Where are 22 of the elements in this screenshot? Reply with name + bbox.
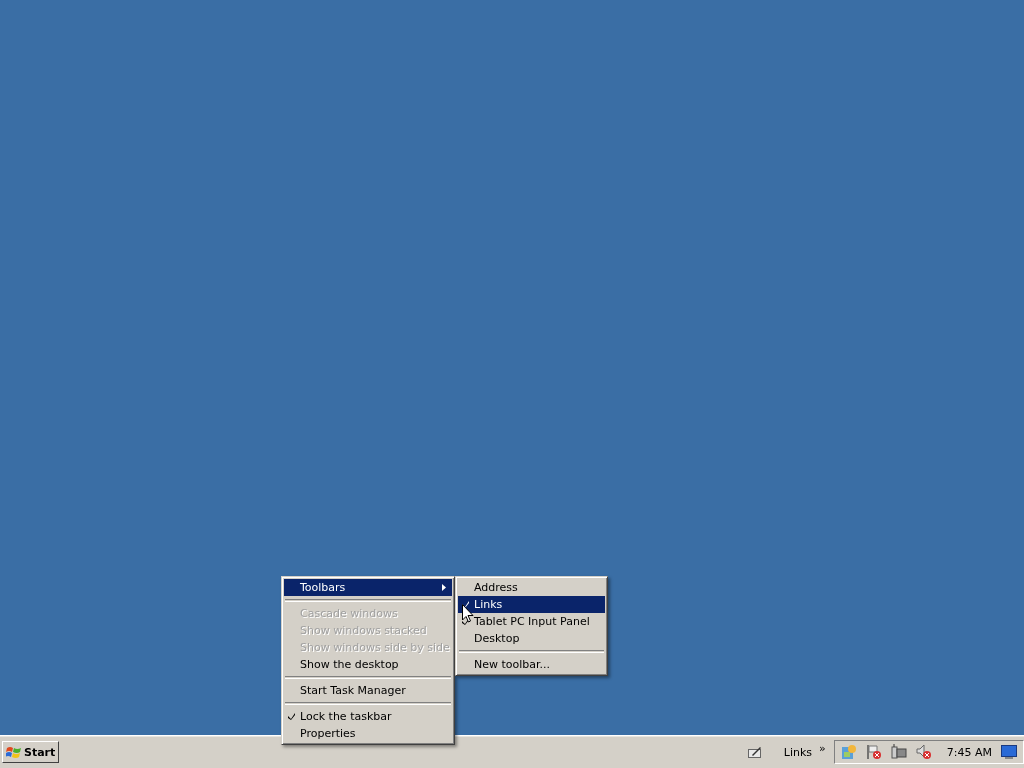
submenu-arrow-icon — [442, 584, 446, 591]
monitor-icon[interactable] — [1001, 745, 1017, 759]
clock-text[interactable]: 7:45 AM — [946, 745, 992, 759]
mouse-cursor-icon — [462, 604, 474, 623]
menu-item[interactable]: New toolbar... — [458, 656, 605, 673]
menu-item[interactable]: Show the desktop — [284, 656, 452, 673]
chevron-button[interactable]: » — [819, 741, 826, 755]
menu-item[interactable]: Address — [458, 579, 605, 596]
start-button[interactable]: Start — [2, 741, 60, 763]
windows-logo-icon — [6, 745, 22, 759]
computer-icon[interactable] — [890, 744, 907, 760]
menu-item[interactable]: Desktop — [458, 630, 605, 647]
menu-item[interactable]: Properties — [284, 725, 452, 742]
menu-item[interactable]: Lock the taskbar — [284, 708, 452, 725]
checkmark-icon — [288, 713, 295, 720]
menu-item[interactable]: Toolbars — [284, 579, 452, 596]
pen-tablet-icon[interactable] — [747, 746, 762, 758]
flag-error-icon[interactable] — [865, 744, 882, 760]
menu-item[interactable]: Links — [458, 596, 605, 613]
menu-item[interactable]: Start Task Manager — [284, 682, 452, 699]
speaker-muted-icon[interactable] — [915, 744, 932, 760]
links-toolbar-label[interactable]: Links — [783, 745, 813, 759]
